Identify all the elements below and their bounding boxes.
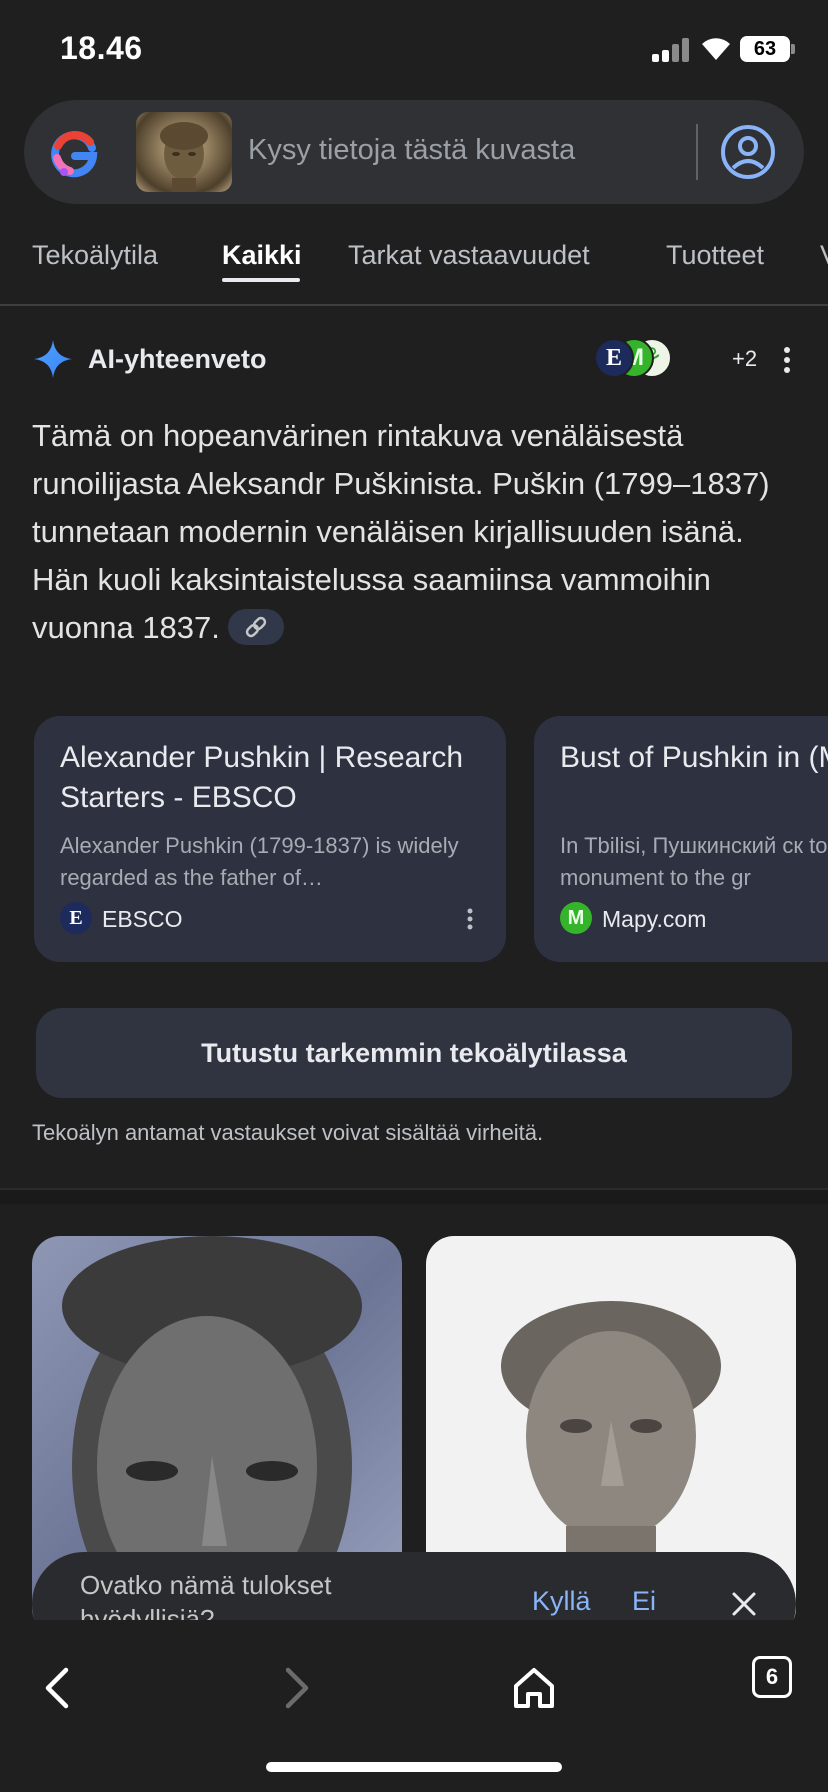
source-card[interactable]: Alexander Pushkin | Research Starters - … (34, 716, 506, 962)
ai-overview-header: AI-yhteenveto ⚘ M E +2 (32, 334, 796, 386)
sparkle-icon (34, 340, 72, 378)
source-avatars[interactable]: ⚘ M E (594, 338, 728, 382)
tab-switcher-button[interactable]: 6 (752, 1656, 792, 1698)
more-vert-icon[interactable] (460, 904, 480, 934)
tab-all[interactable]: Kaikki (222, 240, 302, 271)
tab-more[interactable]: V (820, 240, 828, 271)
result-tabs: Tekoälytila Kaikki Tarkat vastaavuudet T… (0, 226, 828, 306)
source-card[interactable]: Bust of Pushkin in (Monument, memo In Tb… (534, 716, 828, 962)
ebsco-favicon-icon: E (60, 902, 92, 934)
source-card-domain: Mapy.com (602, 906, 707, 932)
status-time: 18.46 (60, 30, 143, 66)
google-lens-g-icon[interactable] (48, 126, 102, 180)
link-icon (245, 616, 267, 638)
forward-arrow-icon[interactable] (266, 1658, 326, 1718)
citation-link-chip[interactable] (227, 608, 284, 645)
more-sources-count[interactable]: +2 (732, 346, 757, 372)
ai-overview-title: AI-yhteenveto (88, 344, 267, 374)
query-image-thumbnail[interactable] (136, 112, 232, 192)
cellular-signal-icon (652, 38, 692, 62)
search-divider (696, 124, 698, 180)
home-indicator (266, 1762, 562, 1772)
ai-disclaimer: Tekoälyn antamat vastaukset voivat sisäl… (32, 1120, 544, 1145)
source-card-domain: EBSCO (102, 906, 183, 932)
feedback-yes-button[interactable]: Kyllä (532, 1586, 591, 1617)
close-icon[interactable] (724, 1584, 764, 1624)
dive-deeper-ai-mode-button[interactable]: Tutustu tarkemmin tekoälytilassa (36, 1008, 792, 1098)
source-card-snippet: In Tbilisi, Пушкинский ск to a monument … (560, 833, 828, 890)
ai-overview-body: Tämä on hopeanvärinen rintakuva venäläis… (32, 418, 770, 645)
bust-thumbnail-icon (160, 122, 208, 192)
source-card-title[interactable]: Bust of Pushkin in (Monument, memo (560, 738, 828, 778)
active-tab-indicator (222, 278, 300, 282)
source-card-snippet: Alexander Pushkin (1799-1837) is widely … (60, 833, 459, 890)
ai-overview-text: Tämä on hopeanvärinen rintakuva venäläis… (32, 412, 802, 652)
back-arrow-icon[interactable] (28, 1658, 88, 1718)
section-divider (0, 1188, 828, 1204)
tab-products[interactable]: Tuotteet (666, 240, 764, 271)
search-bar[interactable]: Kysy tietoja tästä kuvasta (24, 100, 804, 204)
account-circle-icon[interactable] (720, 124, 776, 180)
tab-ai-mode[interactable]: Tekoälytila (32, 240, 158, 271)
more-vert-icon[interactable] (772, 340, 802, 380)
home-icon[interactable] (504, 1658, 564, 1718)
search-input[interactable]: Kysy tietoja tästä kuvasta (248, 134, 575, 167)
source-avatar-1: E (594, 338, 634, 378)
wifi-icon (702, 38, 730, 60)
status-bar: 18.46 63 (0, 0, 828, 96)
tab-exact-matches[interactable]: Tarkat vastaavuudet (348, 240, 590, 271)
mapy-favicon-icon: M (560, 902, 592, 934)
battery-tip (791, 44, 795, 54)
source-card-title[interactable]: Alexander Pushkin | Research Starters - … (60, 738, 506, 818)
feedback-no-button[interactable]: Ei (632, 1586, 656, 1617)
battery-level: 63 (740, 36, 790, 62)
